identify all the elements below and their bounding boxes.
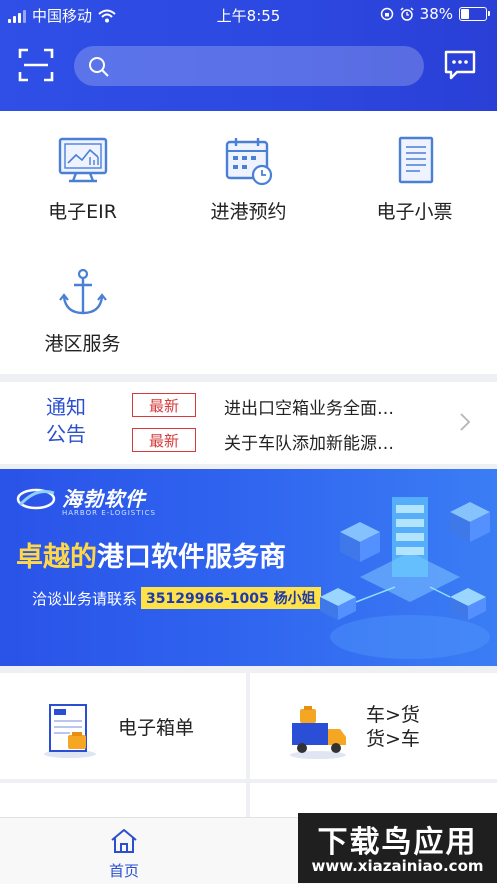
grid-item-eir[interactable]: 电子EIR: [0, 135, 165, 224]
grid-item-e-ticket[interactable]: 电子小票: [332, 135, 497, 224]
banner-slogan: 卓越的港口软件服务商: [16, 535, 286, 574]
isometric-data-illustration: [320, 497, 490, 659]
search-input[interactable]: [74, 46, 424, 86]
battery-icon: [459, 7, 490, 21]
box-document-icon: [44, 704, 96, 758]
site-watermark: 下载鸟应用 www.xiazainiao.com: [298, 813, 497, 883]
tile-label: 电子箱单: [118, 717, 195, 739]
logo-swoosh-icon: [16, 488, 56, 509]
logo-text: 海勃软件: [62, 487, 146, 511]
watermark-url: www.xiazainiao.com: [311, 857, 484, 875]
company-logo: 海勃软件: [16, 483, 146, 512]
tile-partial[interactable]: [250, 783, 497, 817]
chevron-right-icon[interactable]: [459, 412, 471, 432]
truck-cargo-icon: [290, 706, 346, 759]
search-icon: [89, 57, 109, 77]
notice-item[interactable]: 进出口空箱业务全面…: [224, 394, 438, 419]
calendar-clock-icon: [225, 138, 272, 186]
status-right: 38%: [380, 5, 490, 23]
slogan-highlight: 卓越的: [16, 542, 97, 573]
grid-item-label: 进港预约: [210, 201, 287, 223]
grid-item-port-service[interactable]: 港区服务: [0, 267, 165, 356]
top-header: 中国移动 上午8:55 38%: [0, 0, 497, 111]
grid-item-label: 电子小票: [376, 201, 453, 223]
search-row: [0, 44, 497, 88]
battery-percent: 38%: [419, 5, 453, 23]
new-badge: 最新: [132, 428, 196, 452]
notice-title: 通知 公告: [38, 394, 94, 448]
logo-subtext: HARBOR E-LOGISTICS: [62, 509, 156, 517]
monitor-chart-icon: [58, 137, 107, 183]
quick-function-grid: 电子EIR 进港预约 电子小票 港区服务: [0, 111, 497, 374]
home-icon: [111, 829, 137, 853]
slogan-rest: 港口软件服务商: [97, 542, 286, 573]
notice-board[interactable]: 通知 公告 最新 进出口空箱业务全面… 最新 关于车队添加新能源…: [0, 382, 497, 464]
tab-home[interactable]: 首页: [94, 828, 154, 881]
grid-item-port-entry[interactable]: 进港预约: [166, 135, 331, 224]
tile-partial[interactable]: [0, 783, 246, 817]
status-bar: 中国移动 上午8:55 38%: [0, 0, 497, 30]
message-icon[interactable]: [443, 48, 477, 82]
document-list-icon: [398, 136, 433, 184]
tile-label-line1: 车>货: [366, 704, 420, 726]
tile-e-container-list[interactable]: 电子箱单: [0, 673, 246, 779]
notice-title-line2: 公告: [46, 422, 86, 446]
banner-contact: 洽谈业务请联系 35129966-1005 杨小姐: [32, 587, 321, 609]
tile-label-line2: 货>车: [366, 728, 420, 750]
alarm-icon: [400, 7, 414, 21]
tile-truck-cargo[interactable]: 车>货 货>车: [250, 673, 497, 779]
notice-item[interactable]: 关于车队添加新能源…: [224, 429, 438, 454]
new-badge: 最新: [132, 393, 196, 417]
anchor-icon: [58, 268, 107, 315]
watermark-title: 下载鸟应用: [317, 825, 478, 860]
grid-item-label: 电子EIR: [48, 201, 117, 223]
contact-prefix: 洽谈业务请联系: [32, 589, 138, 608]
notice-title-line1: 通知: [46, 395, 86, 419]
rotation-lock-icon: [380, 7, 393, 21]
battery-fill: [461, 9, 469, 19]
contact-value: 35129966-1005 杨小姐: [141, 587, 321, 609]
tile-label: 车>货 货>车: [366, 703, 420, 751]
scan-icon[interactable]: [18, 48, 54, 82]
promo-banner[interactable]: 海勃软件 HARBOR E-LOGISTICS 卓越的港口软件服务商 洽谈业务请…: [0, 469, 497, 666]
grid-item-label: 港区服务: [44, 333, 121, 355]
tab-home-label: 首页: [108, 862, 139, 880]
